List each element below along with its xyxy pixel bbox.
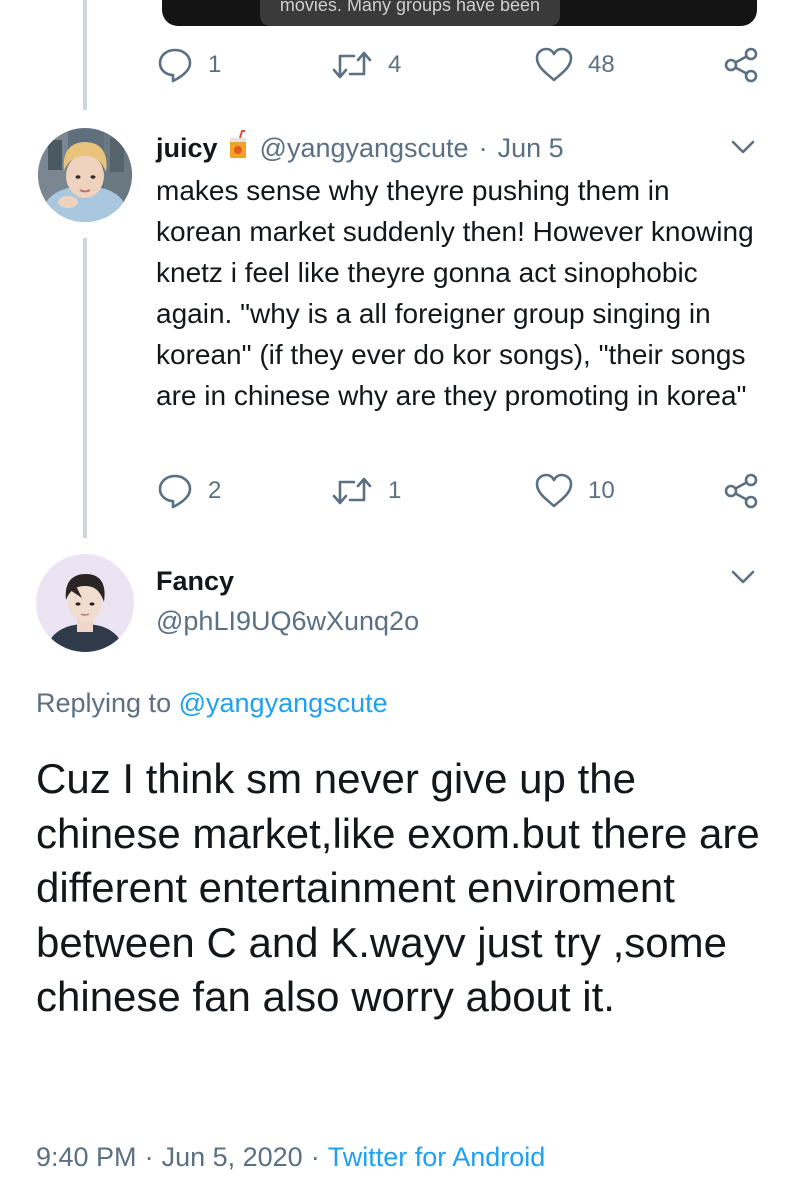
juice-box-emoji bbox=[228, 130, 248, 167]
separator-dot: · bbox=[310, 1142, 320, 1172]
tweet-text: Cuz I think sm never give up the chinese… bbox=[36, 755, 760, 1020]
retweet-count: 1 bbox=[388, 477, 402, 504]
reply-button[interactable]: 2 bbox=[156, 472, 221, 510]
tweet-text: makes sense why theyre pushing them in k… bbox=[156, 175, 754, 411]
retweet-icon bbox=[332, 477, 372, 505]
tweet-metadata: 9:40 PM · Jun 5, 2020 · Twitter for Android bbox=[36, 1142, 545, 1173]
reply-icon bbox=[158, 48, 192, 83]
like-count: 10 bbox=[588, 477, 615, 504]
retweet-icon bbox=[332, 51, 372, 79]
user-handle[interactable]: @phLI9UQ6wXunq2o bbox=[156, 606, 419, 637]
replying-to: Replying to @yangyangscute bbox=[36, 688, 388, 719]
user-handle[interactable]: @yangyangscute bbox=[260, 133, 469, 164]
display-name[interactable]: Fancy bbox=[156, 566, 234, 597]
separator-dot: · bbox=[144, 1142, 154, 1172]
tweet-full-date: Jun 5, 2020 bbox=[161, 1142, 303, 1172]
thread-line bbox=[83, 238, 87, 538]
reply-count: 2 bbox=[208, 477, 222, 504]
share-icon bbox=[724, 473, 758, 509]
tweet-time: 9:40 PM bbox=[36, 1142, 137, 1172]
like-button[interactable]: 10 bbox=[534, 472, 615, 510]
retweet-count: 4 bbox=[388, 51, 402, 78]
tweet-source-link[interactable]: Twitter for Android bbox=[328, 1142, 546, 1172]
action-bar: 2 1 10 bbox=[156, 472, 766, 516]
media-caption: movies. Many groups have been bbox=[260, 0, 560, 26]
share-button[interactable] bbox=[722, 46, 760, 84]
like-button[interactable]: 48 bbox=[534, 46, 615, 84]
avatar[interactable] bbox=[38, 128, 132, 222]
heart-icon bbox=[535, 473, 573, 508]
like-count: 48 bbox=[588, 51, 615, 78]
retweet-button[interactable]: 1 bbox=[330, 472, 401, 510]
action-bar: 1 4 48 bbox=[156, 46, 766, 90]
reply-count: 1 bbox=[208, 51, 222, 78]
chevron-down-icon[interactable] bbox=[730, 138, 756, 156]
replying-to-link[interactable]: @yangyangscute bbox=[179, 688, 388, 718]
chevron-down-icon[interactable] bbox=[730, 568, 756, 586]
tweet-header: juicy @yangyangscute · Jun 5 bbox=[156, 130, 564, 167]
reply-button[interactable]: 1 bbox=[156, 46, 221, 84]
avatar[interactable] bbox=[36, 554, 134, 652]
reply-icon bbox=[158, 474, 192, 509]
thread-line bbox=[83, 0, 87, 110]
separator-dot: · bbox=[478, 133, 488, 163]
heart-icon bbox=[535, 47, 573, 82]
display-name[interactable]: juicy bbox=[156, 133, 218, 164]
quoted-media-card[interactable]: movies. Many groups have been bbox=[162, 0, 757, 26]
share-icon bbox=[724, 47, 758, 83]
tweet-date[interactable]: Jun 5 bbox=[498, 133, 564, 164]
share-button[interactable] bbox=[722, 472, 760, 510]
replying-to-label: Replying to bbox=[36, 688, 172, 718]
retweet-button[interactable]: 4 bbox=[330, 46, 401, 84]
